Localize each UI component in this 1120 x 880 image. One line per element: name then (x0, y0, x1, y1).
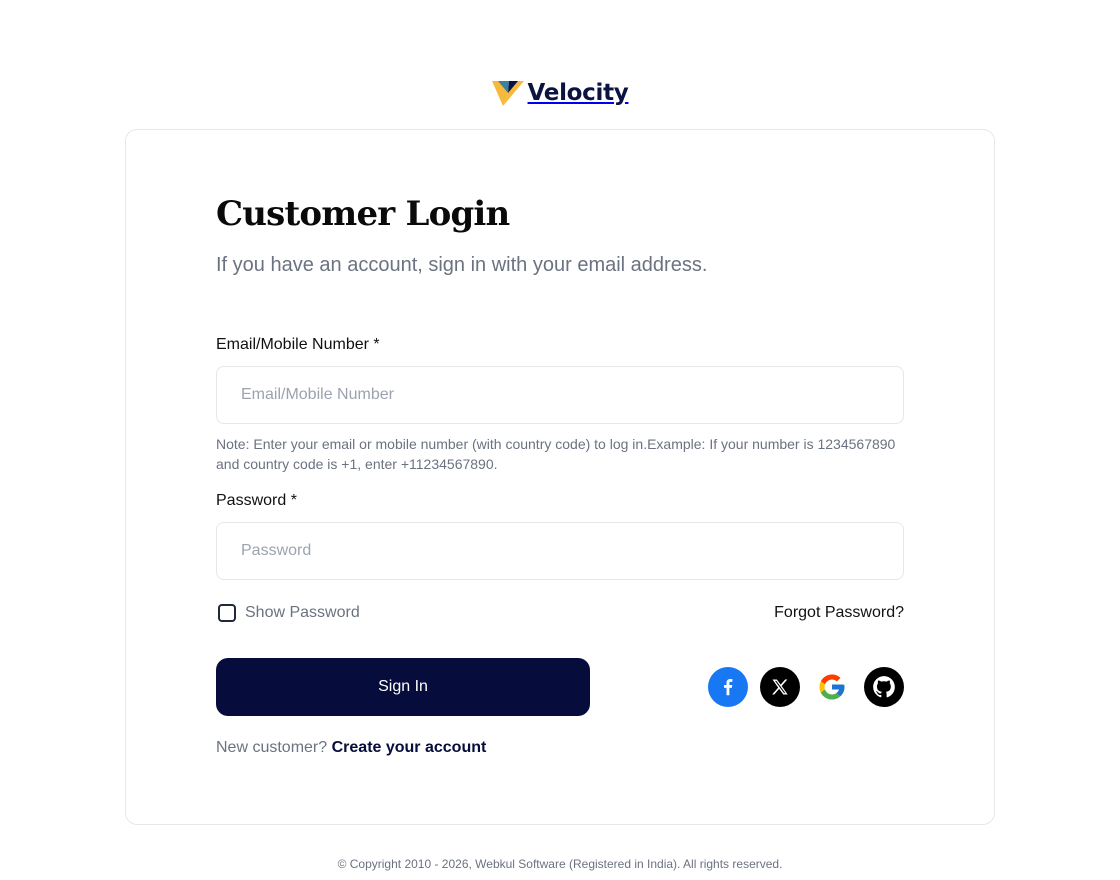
x-login-button[interactable] (760, 667, 800, 707)
social-login-group (708, 667, 904, 707)
velocity-v-logo-icon (491, 81, 524, 106)
github-icon (873, 676, 895, 698)
x-icon (772, 679, 788, 695)
facebook-login-button[interactable] (708, 667, 748, 707)
brand-logo[interactable]: Velocity (0, 78, 1120, 108)
facebook-icon (724, 679, 733, 696)
brand-name: Velocity (527, 80, 629, 106)
forgot-password-link[interactable]: Forgot Password? (774, 602, 904, 624)
email-label: Email/Mobile Number * (216, 336, 380, 353)
page-subtitle: If you have an account, sign in with you… (216, 254, 708, 276)
page-title: Customer Login (216, 194, 510, 234)
login-page: Velocity Customer Login If you have an a… (0, 0, 1120, 880)
google-icon (819, 674, 845, 700)
github-login-button[interactable] (864, 667, 904, 707)
email-note: Note: Enter your email or mobile number … (216, 436, 896, 472)
password-input[interactable] (216, 522, 904, 580)
show-password-toggle[interactable]: Show Password (218, 602, 360, 624)
sign-in-button[interactable]: Sign In (216, 658, 590, 716)
show-password-checkbox[interactable] (218, 604, 236, 622)
create-account-link[interactable]: Create your account (332, 739, 487, 756)
show-password-label: Show Password (245, 604, 360, 621)
new-customer-text: New customer? (216, 739, 328, 756)
password-label: Password * (216, 492, 297, 509)
email-input[interactable] (216, 366, 904, 424)
new-customer-line: New customer? Create your account (216, 737, 486, 759)
login-card: Customer Login If you have an account, s… (125, 129, 995, 825)
google-login-button[interactable] (812, 667, 852, 707)
footer-copyright: © Copyright 2010 - 2026, Webkul Software… (337, 857, 783, 871)
